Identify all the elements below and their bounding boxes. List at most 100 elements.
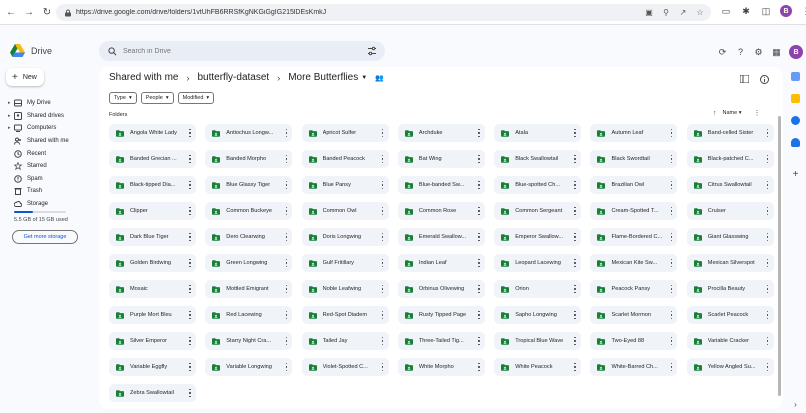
more-actions-icon[interactable] (669, 336, 673, 346)
sidebar-item-storage[interactable]: Storage (8, 198, 94, 211)
search-input[interactable] (123, 47, 353, 55)
folder-tile[interactable]: Brazilian Owl (590, 176, 678, 194)
more-actions-icon[interactable] (381, 362, 385, 372)
keep-icon[interactable] (791, 94, 800, 103)
more-actions-icon[interactable] (381, 310, 385, 320)
sidebar-item-shared-with-me[interactable]: Shared with me (8, 135, 94, 148)
sidebar-item-recent[interactable]: Recent (8, 147, 94, 160)
breadcrumb-item-shared-with-me[interactable]: Shared with me (109, 72, 178, 83)
folder-tile[interactable]: Orion (494, 280, 582, 298)
folder-tile[interactable]: Black-tipped Dia... (109, 176, 196, 194)
folder-tile[interactable]: Variable Longwing (205, 358, 293, 376)
folder-tile[interactable]: Common Sergeant (494, 202, 582, 220)
sidebar-item-shared-drives[interactable]: ▸ Shared drives (8, 110, 94, 123)
more-actions-icon[interactable] (766, 310, 770, 320)
more-actions-icon[interactable] (573, 284, 577, 294)
folder-tile[interactable]: Two-Eyed 88 (590, 332, 678, 350)
folder-tile[interactable]: Cruiser (686, 202, 774, 220)
breadcrumb-item-butterfly-dataset[interactable]: butterfly-dataset (197, 72, 269, 83)
more-actions-icon[interactable] (188, 232, 192, 242)
more-actions-icon[interactable] (573, 232, 577, 242)
add-addon-icon[interactable]: + (791, 170, 800, 180)
more-actions-icon[interactable] (284, 362, 288, 372)
folder-tile[interactable]: Mexican Silverspot (686, 254, 774, 272)
more-actions-icon[interactable] (188, 180, 192, 190)
folder-tile[interactable]: White Morpho (397, 358, 485, 376)
bookmark-star-icon[interactable]: ☆ (695, 7, 705, 17)
folder-tile[interactable]: Variable Cracker (686, 332, 774, 350)
install-app-icon[interactable]: ▣ (644, 7, 654, 17)
browser-profile-avatar[interactable]: B (780, 5, 792, 17)
more-actions-icon[interactable] (284, 154, 288, 164)
folder-tile[interactable]: White Peacock (494, 358, 582, 376)
folder-tile[interactable]: Cream-Spotted T... (590, 202, 678, 220)
calendar-icon[interactable] (791, 72, 800, 81)
more-actions-icon[interactable] (573, 336, 577, 346)
more-actions-icon[interactable] (477, 128, 481, 138)
folder-tile[interactable]: Blue-spotted Ch... (494, 176, 582, 194)
browser-menu-icon[interactable]: ⋮ (800, 5, 806, 17)
folder-tile[interactable]: Sapho Longwing (494, 306, 582, 324)
folder-tile[interactable]: Emerald Swallow... (397, 228, 485, 246)
more-actions-icon[interactable] (188, 388, 192, 398)
contacts-icon[interactable] (791, 138, 800, 147)
account-avatar[interactable]: B (789, 45, 803, 59)
folder-tile[interactable]: Purple Mort Bleu (109, 306, 196, 324)
more-actions-icon[interactable] (766, 128, 770, 138)
sidebar-item-trash[interactable]: Trash (8, 185, 94, 198)
more-actions-icon[interactable] (573, 258, 577, 268)
back-icon[interactable]: ← (4, 5, 18, 19)
search-options-icon[interactable] (367, 46, 377, 56)
scrollbar[interactable] (778, 112, 782, 402)
folder-tile[interactable]: Black Swordtail (590, 150, 678, 168)
folder-tile[interactable]: Violet-Spotted C... (301, 358, 389, 376)
more-actions-icon[interactable] (284, 128, 288, 138)
more-actions-icon[interactable] (284, 206, 288, 216)
folder-tile[interactable]: Zebra Swallowtail (109, 384, 196, 402)
folder-tile[interactable]: Red-Spot Diadem (301, 306, 389, 324)
extensions-icon[interactable]: ✱ (740, 5, 752, 17)
folder-tile[interactable]: Leopard Lacewing (494, 254, 582, 272)
more-actions-icon[interactable] (766, 336, 770, 346)
more-actions-icon[interactable] (188, 206, 192, 216)
more-actions-icon[interactable] (669, 232, 673, 242)
more-actions-icon[interactable] (477, 336, 481, 346)
folder-tile[interactable]: Blue Pansy (301, 176, 389, 194)
folder-tile[interactable]: Variable Eggfly (109, 358, 196, 376)
more-actions-icon[interactable] (188, 128, 192, 138)
folder-tile[interactable]: Common Buckeye (205, 202, 293, 220)
more-actions-icon[interactable] (381, 336, 385, 346)
folder-tile[interactable]: Bat Wing (397, 150, 485, 168)
folder-tile[interactable]: Common Rose (397, 202, 485, 220)
details-info-icon[interactable] (759, 74, 769, 84)
more-actions-icon[interactable] (188, 310, 192, 320)
more-actions-icon[interactable] (381, 128, 385, 138)
folder-tile[interactable]: Starry Night Cra... (205, 332, 293, 350)
offline-status-icon[interactable]: ⟳ (717, 47, 728, 58)
list-view-icon[interactable] (739, 74, 749, 84)
folder-tile[interactable]: Gulf Fritillary (301, 254, 389, 272)
share-icon[interactable]: ↗ (678, 7, 688, 17)
folder-tile[interactable]: Mosaic (109, 280, 196, 298)
filter-modified[interactable]: Modified ▾ (177, 92, 215, 104)
folder-tile[interactable]: Autumn Leaf (590, 124, 678, 142)
sidebar-item-starred[interactable]: Starred (8, 160, 94, 173)
forward-icon[interactable]: → (22, 5, 36, 19)
sort-direction-arrow-icon[interactable]: ↑ (713, 110, 717, 117)
more-actions-icon[interactable] (477, 154, 481, 164)
folder-tile[interactable]: Black Swallowtail (494, 150, 582, 168)
folder-tile[interactable]: Noble Leafwing (301, 280, 389, 298)
folder-tile[interactable]: Citrus Swallowtail (686, 176, 774, 194)
folder-tile[interactable]: Blue-banded Sw... (397, 176, 485, 194)
more-actions-icon[interactable] (284, 284, 288, 294)
folder-tile[interactable]: Silver Emperor (109, 332, 196, 350)
scrollbar-thumb[interactable] (778, 116, 781, 396)
more-actions-icon[interactable] (381, 258, 385, 268)
more-actions-icon[interactable] (284, 336, 288, 346)
drive-logo[interactable]: Drive (10, 44, 52, 57)
more-actions-icon[interactable] (669, 180, 673, 190)
folder-tile[interactable]: Mottled Emigrant (205, 280, 293, 298)
folder-tile[interactable]: Green Longwing (205, 254, 293, 272)
more-actions-icon[interactable] (573, 310, 577, 320)
folder-tile[interactable]: Blue Glassy Tiger (205, 176, 293, 194)
